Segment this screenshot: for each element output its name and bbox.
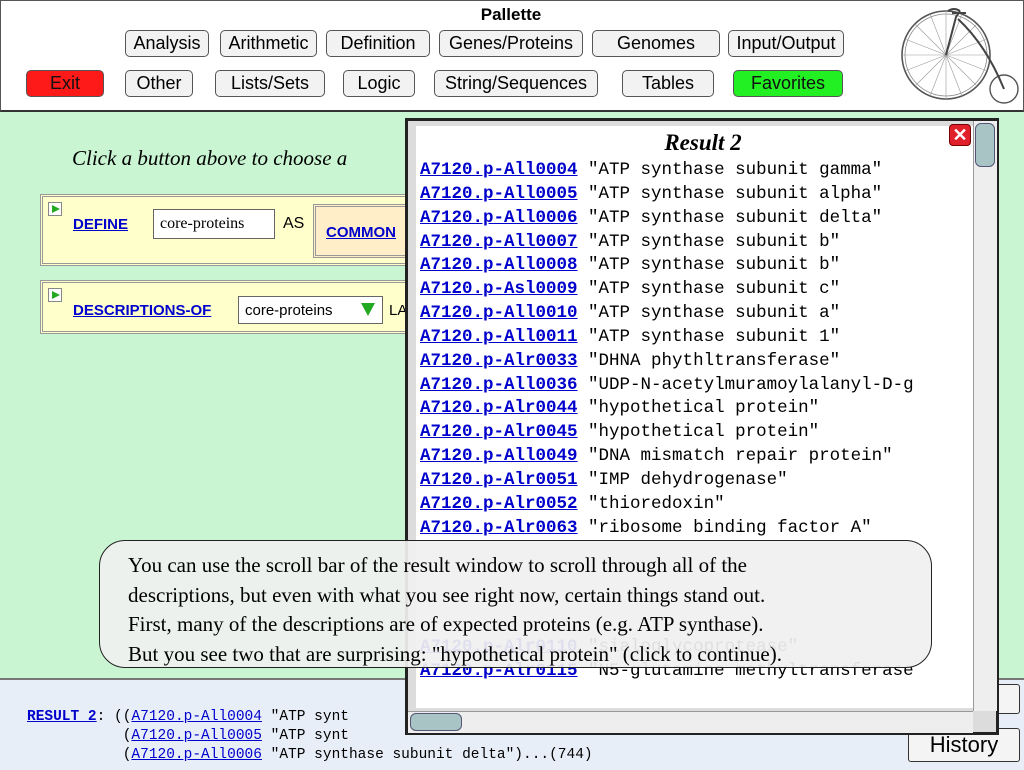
result-row: A7120.p-Alr0033 "DHNA phythltransferase": [420, 350, 914, 374]
as-label: AS: [283, 215, 305, 232]
horizontal-scroll-thumb[interactable]: [410, 713, 462, 731]
protein-description: "ATP synthase subunit gamma": [588, 160, 883, 180]
genomes-button[interactable]: Genomes: [592, 30, 720, 57]
protein-id-link[interactable]: A7120.p-Alr0051: [420, 470, 578, 490]
result-text: "ATP synt: [261, 709, 349, 725]
bicycle-logo-icon: [901, 8, 1019, 104]
result-text: (: [27, 728, 132, 744]
protein-id-link[interactable]: A7120.p-Alr0033: [420, 351, 578, 371]
protein-description: "DHNA phythltransferase": [588, 350, 841, 371]
lists-sets-button[interactable]: Lists/Sets: [215, 70, 325, 97]
protein-id-link[interactable]: A7120.p-All0007: [420, 232, 578, 252]
play-icon[interactable]: [48, 202, 62, 216]
horizontal-scrollbar[interactable]: [408, 711, 973, 733]
result-row: A7120.p-Alr0052 "thioredoxin": [420, 493, 914, 517]
result-text: "ATP synthase subunit delta")...(744): [261, 747, 593, 763]
tooltip-line: But you see two that are surprising: "hy…: [128, 641, 782, 666]
protein-id-link[interactable]: A7120.p-All0006: [420, 208, 578, 228]
palette-title: Pallette: [480, 5, 542, 24]
result-row: A7120.p-All0007 "ATP synthase subunit b": [420, 231, 914, 255]
protein-id-link[interactable]: A7120.p-Alr0045: [420, 422, 578, 442]
define-keyword[interactable]: DEFINE: [73, 216, 128, 233]
result-row: A7120.p-All0008 "ATP synthase subunit b": [420, 254, 914, 278]
descriptions-box: DESCRIPTIONS-OF core-proteins LA: [40, 280, 420, 334]
protein-id-link[interactable]: A7120.p-All0010: [420, 303, 578, 323]
result-row: A7120.p-All0010 "ATP synthase subunit a": [420, 302, 914, 326]
result-row: A7120.p-Alr0044 "hypothetical protein": [420, 397, 914, 421]
vertical-scroll-thumb[interactable]: [975, 123, 995, 167]
palette-panel: Pallette Analysis Arithmetic Definition …: [0, 0, 1024, 112]
result-window-title: Result 2: [664, 130, 742, 155]
result-text: : ((: [96, 709, 132, 725]
result-row: A7120.p-Alr0045 "hypothetical protein": [420, 421, 914, 445]
result-row: A7120.p-All0004 "ATP synthase subunit ga…: [420, 159, 914, 183]
dropdown-arrow-icon[interactable]: [361, 303, 375, 316]
tooltip-line: You can use the scroll bar of the result…: [128, 553, 747, 577]
tooltip-line: descriptions, but even with what you see…: [128, 582, 766, 607]
descriptions-of-keyword[interactable]: DESCRIPTIONS-OF: [73, 302, 211, 319]
result-id-link[interactable]: A7120.p-All0005: [131, 728, 262, 744]
result-text: "ATP synt: [261, 728, 349, 744]
result-row: A7120.p-All0049 "DNA mismatch repair pro…: [420, 445, 914, 469]
protein-description: "ATP synthase subunit 1": [588, 326, 841, 347]
protein-description: "ATP synthase subunit b": [588, 255, 841, 276]
exit-button[interactable]: Exit: [26, 70, 104, 97]
protein-description: "UDP-N-acetylmuramoylalanyl-D-g: [588, 374, 914, 395]
protein-description: "hypothetical protein": [588, 422, 820, 443]
tooltip-line: First, many of the descriptions are of e…: [128, 612, 764, 636]
tutorial-tooltip[interactable]: You can use the scroll bar of the result…: [99, 540, 932, 668]
protein-description: "ribosome binding factor A": [588, 517, 872, 538]
protein-description: "ATP synthase subunit delta": [588, 207, 883, 228]
protein-id-link[interactable]: A7120.p-All0008: [420, 255, 578, 275]
vertical-scrollbar[interactable]: [973, 121, 997, 711]
analysis-button[interactable]: Analysis: [125, 30, 209, 57]
protein-id-link[interactable]: A7120.p-Alr0063: [420, 518, 578, 538]
close-icon[interactable]: ✕: [949, 124, 971, 146]
result-id-link[interactable]: A7120.p-All0006: [131, 747, 262, 763]
protein-description: "ATP synthase subunit a": [588, 303, 841, 324]
result-id-link[interactable]: A7120.p-All0004: [131, 709, 262, 725]
protein-id-link[interactable]: A7120.p-All0049: [420, 446, 578, 466]
protein-id-link[interactable]: A7120.p-Alr0052: [420, 494, 578, 514]
logic-button[interactable]: Logic: [343, 70, 415, 97]
protein-description: "hypothetical protein": [588, 398, 820, 419]
protein-id-link[interactable]: A7120.p-Asl0009: [420, 279, 578, 299]
protein-description: "IMP dehydrogenase": [588, 469, 788, 490]
protein-description: "ATP synthase subunit c": [588, 279, 841, 300]
other-button[interactable]: Other: [125, 70, 193, 97]
protein-id-link[interactable]: A7120.p-All0036: [420, 375, 578, 395]
genes-proteins-button[interactable]: Genes/Proteins: [439, 30, 583, 57]
instruction-text: Click a button above to choose a: [72, 146, 348, 170]
common-keyword[interactable]: COMMON: [326, 224, 396, 241]
tables-button[interactable]: Tables: [622, 70, 714, 97]
protein-id-link[interactable]: A7120.p-All0005: [420, 184, 578, 204]
arithmetic-button[interactable]: Arithmetic: [220, 30, 317, 57]
result-row: A7120.p-All0036 "UDP-N-acetylmuramoylala…: [420, 374, 914, 398]
result-row: A7120.p-All0006 "ATP synthase subunit de…: [420, 207, 914, 231]
protein-id-link[interactable]: A7120.p-Alr0044: [420, 398, 578, 418]
result-row: A7120.p-Alr0051 "IMP dehydrogenase": [420, 469, 914, 493]
result-row: A7120.p-Alr0063 "ribosome binding factor…: [420, 517, 914, 541]
result-row: A7120.p-Asl0009 "ATP synthase subunit c": [420, 278, 914, 302]
definition-button[interactable]: Definition: [326, 30, 430, 57]
protein-id-link[interactable]: A7120.p-All0011: [420, 327, 578, 347]
descriptions-of-select[interactable]: core-proteins: [238, 296, 383, 324]
protein-description: "ATP synthase subunit alpha": [588, 183, 883, 204]
result-text: (: [27, 747, 132, 763]
favorites-button[interactable]: Favorites: [733, 70, 843, 97]
define-name-field[interactable]: core-proteins: [153, 209, 275, 239]
protein-description: "ATP synthase subunit b": [588, 231, 841, 252]
result-row: A7120.p-All0005 "ATP synthase subunit al…: [420, 183, 914, 207]
play-icon[interactable]: [48, 288, 62, 302]
select-value: core-proteins: [245, 301, 333, 319]
result-row: A7120.p-All0011 "ATP synthase subunit 1": [420, 326, 914, 350]
protein-description: "thioredoxin": [588, 493, 725, 514]
protein-description: "DNA mismatch repair protein": [588, 446, 893, 467]
define-box: DEFINE core-proteins AS COMMON: [40, 194, 423, 266]
protein-id-link[interactable]: A7120.p-All0004: [420, 160, 578, 180]
string-sequences-button[interactable]: String/Sequences: [434, 70, 598, 97]
result-label-link[interactable]: RESULT 2: [27, 709, 97, 725]
input-output-button[interactable]: Input/Output: [728, 30, 844, 57]
